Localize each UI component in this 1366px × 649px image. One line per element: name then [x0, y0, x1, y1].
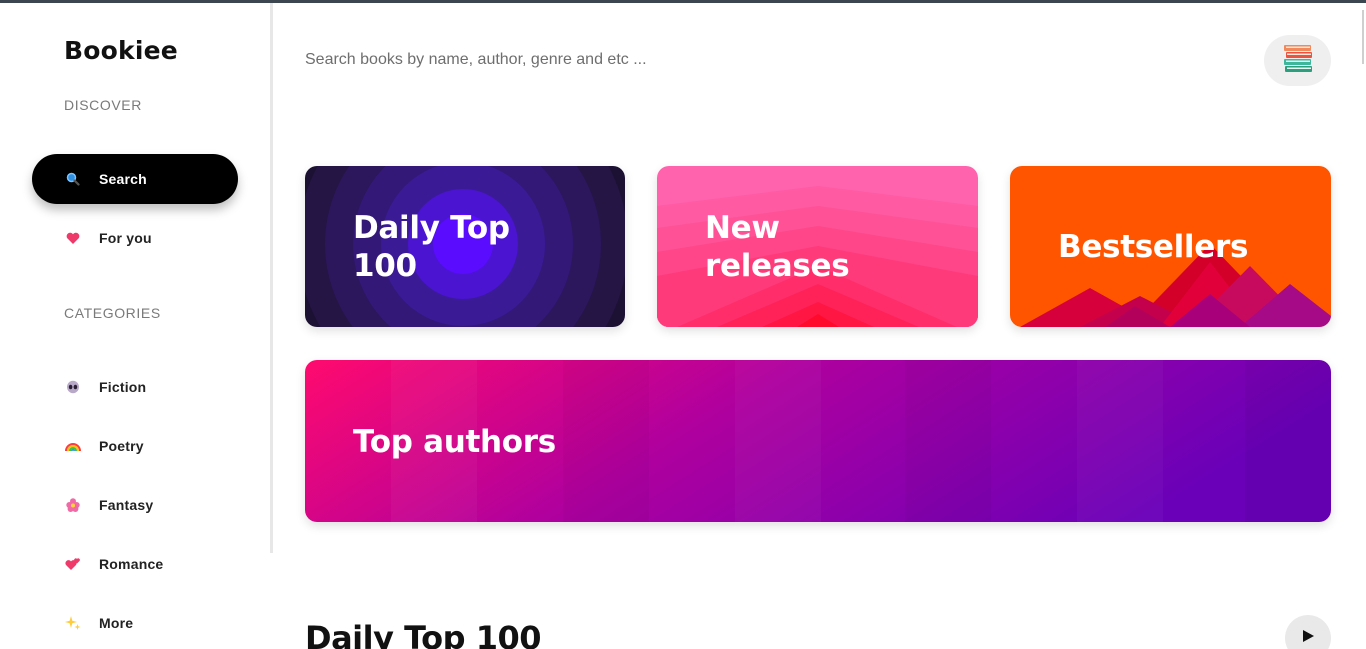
card-top-authors[interactable]: Top authors: [305, 360, 1331, 522]
sidebar: Bookiee DISCOVER Search For you CATEGORI…: [0, 3, 270, 631]
sidebar-item-fantasy[interactable]: Fantasy: [32, 480, 238, 530]
scrollbar-thumb[interactable]: [1362, 10, 1364, 64]
sidebar-item-label: Search: [99, 171, 147, 187]
card-title-line: 100: [353, 248, 417, 284]
card-new-releases[interactable]: New releases: [657, 166, 978, 327]
play-button[interactable]: [1285, 615, 1331, 649]
books-stack-icon: [1281, 41, 1315, 80]
sidebar-item-poetry[interactable]: Poetry: [32, 421, 238, 471]
sidebar-item-for-you[interactable]: For you: [32, 213, 238, 263]
magnifier-icon: [65, 171, 81, 187]
card-title: Bestsellers: [1058, 229, 1249, 265]
scrollbar[interactable]: [1357, 3, 1366, 649]
play-icon: [1301, 629, 1315, 648]
card-daily-top-100[interactable]: Daily Top 100: [305, 166, 625, 327]
sidebar-divider: [270, 3, 273, 553]
sidebar-item-label: Romance: [99, 556, 164, 572]
sidebar-item-more[interactable]: More: [32, 598, 238, 648]
alien-icon: [65, 379, 81, 395]
sidebar-item-label: Poetry: [99, 438, 144, 454]
card-title: New releases: [705, 209, 850, 285]
categories-heading: CATEGORIES: [64, 305, 161, 321]
sidebar-item-label: For you: [99, 230, 152, 246]
sidebar-item-label: Fiction: [99, 379, 147, 395]
profile-button[interactable]: [1264, 35, 1331, 86]
card-bestsellers[interactable]: Bestsellers: [1010, 166, 1331, 327]
card-title: Daily Top 100: [353, 209, 510, 285]
card-title-line: releases: [705, 248, 850, 284]
app-logo[interactable]: Bookiee: [64, 36, 178, 65]
card-title-line: Daily Top: [353, 210, 510, 246]
discover-heading: DISCOVER: [64, 97, 142, 113]
card-title: Top authors: [353, 424, 556, 460]
rainbow-icon: [65, 438, 81, 454]
sidebar-item-label: More: [99, 615, 134, 631]
card-title-line: New: [705, 210, 780, 246]
heart-icon: [65, 230, 81, 246]
sidebar-item-search[interactable]: Search: [32, 154, 238, 204]
sidebar-item-label: Fantasy: [99, 497, 154, 513]
sidebar-item-fiction[interactable]: Fiction: [32, 362, 238, 412]
search-input[interactable]: [305, 44, 1205, 76]
flower-icon: [65, 497, 81, 513]
sparkles-icon: [65, 615, 81, 631]
sidebar-item-romance[interactable]: Romance: [32, 539, 238, 589]
two-hearts-icon: [65, 556, 81, 572]
section-heading: Daily Top 100: [305, 619, 542, 649]
